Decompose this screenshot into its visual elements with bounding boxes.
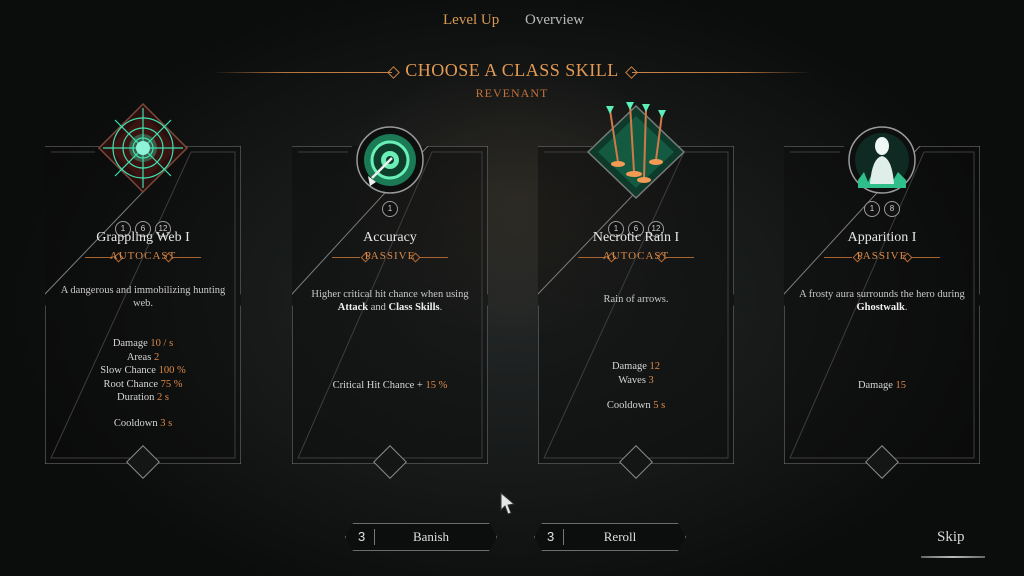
level-marker: 1 <box>864 201 880 217</box>
level-marker: 8 <box>884 201 900 217</box>
skill-title: Accuracy <box>363 230 417 245</box>
skill-icon-area: 1 6 12 <box>45 102 241 237</box>
skill-type: AUTOCAST <box>109 250 177 262</box>
skill-icon-area: 18 <box>784 102 980 222</box>
skill-icon-area: 1 6 12 <box>538 102 734 237</box>
cooldown-line: Cooldown 5 s <box>606 400 666 411</box>
type-divider <box>912 257 940 258</box>
arrow-rain-icon <box>586 102 686 200</box>
button-separator <box>374 529 375 545</box>
type-divider <box>420 257 448 258</box>
stat-line: Damage 15 <box>857 380 907 391</box>
skill-card-apparition[interactable]: 18 Apparition I PASSIVE A frosty aura su… <box>784 126 980 479</box>
banish-button[interactable]: 3 Banish <box>345 523 497 551</box>
skill-description: Rain of arrows. <box>603 294 669 305</box>
stat-line: Slow Chance 100 % <box>100 365 186 376</box>
mouse-cursor-icon <box>500 492 516 515</box>
skill-type: AUTOCAST <box>602 250 670 262</box>
level-markers: 1 <box>292 198 488 217</box>
page-title: CHOOSE A CLASS SKILL <box>405 60 619 80</box>
level-up-screen: Level Up Overview CHOOSE A CLASS SKILL R… <box>0 0 1024 576</box>
banish-count: 3 <box>358 529 366 544</box>
class-name: REVENANT <box>475 86 549 100</box>
stat-line: Damage 12 <box>611 361 661 372</box>
button-separator <box>563 529 564 545</box>
stat-line: Critical Hit Chance + 15 % <box>332 380 448 391</box>
skill-card-grappling-web[interactable]: 1 6 12 Grappling Web I AUTOCAST A dangerou… <box>45 102 241 479</box>
type-divider <box>666 257 694 258</box>
skill-icon-area: 1 <box>292 102 488 222</box>
header-divider-right <box>632 72 812 73</box>
reroll-button[interactable]: 3 Reroll <box>534 523 686 551</box>
skill-description: A dangerous and immobilizing hunting web… <box>60 285 226 309</box>
skip-button[interactable]: Skip <box>937 529 965 546</box>
banish-label: Banish <box>412 529 450 544</box>
skill-type: PASSIVE <box>364 250 416 262</box>
skill-stats: Damage 10 / s Areas 2 Slow Chance 100 % … <box>45 337 241 430</box>
spider-web-icon <box>97 102 189 194</box>
stat-line: Waves 3 <box>618 374 654 386</box>
stat-line: Duration 2 s <box>117 392 169 403</box>
top-tabs: Level Up Overview <box>0 12 1024 36</box>
cooldown-line: Cooldown 3 s <box>113 417 173 429</box>
skill-card-accuracy[interactable]: 1 Accuracy PASSIVE Higher critical hit c… <box>292 126 488 479</box>
type-divider <box>173 257 201 258</box>
skill-title: Grappling Web I <box>96 230 190 245</box>
skill-description: A frosty aura surrounds the hero during … <box>799 289 965 313</box>
skill-stats: Damage 12 Waves 3 Cooldown 5 s <box>538 360 734 413</box>
skill-title: Necrotic Rain I <box>592 230 680 245</box>
reroll-label: Reroll <box>603 529 637 544</box>
skill-stats: Critical Hit Chance + 15 % <box>292 379 488 393</box>
tab-level-up[interactable]: Level Up <box>443 12 499 29</box>
skill-stats: Damage 15 <box>784 379 980 393</box>
level-marker: 1 <box>382 201 398 217</box>
stat-line: Root Chance 75 % <box>103 378 183 390</box>
tab-overview[interactable]: Overview <box>525 12 584 29</box>
skill-card-necrotic-rain[interactable]: 1 6 12 Necrotic Rain I AUTOCAST Rain of ar… <box>538 102 734 479</box>
skill-description: Higher critical hit chance when using At… <box>311 289 469 313</box>
level-markers: 18 <box>784 198 980 217</box>
skill-title: Apparition I <box>847 230 917 245</box>
reroll-count: 3 <box>547 529 555 544</box>
skill-type: PASSIVE <box>856 250 908 262</box>
stat-line: Damage 10 / s <box>112 338 174 349</box>
stat-line: Areas 2 <box>126 351 160 363</box>
skip-underline <box>921 556 985 558</box>
